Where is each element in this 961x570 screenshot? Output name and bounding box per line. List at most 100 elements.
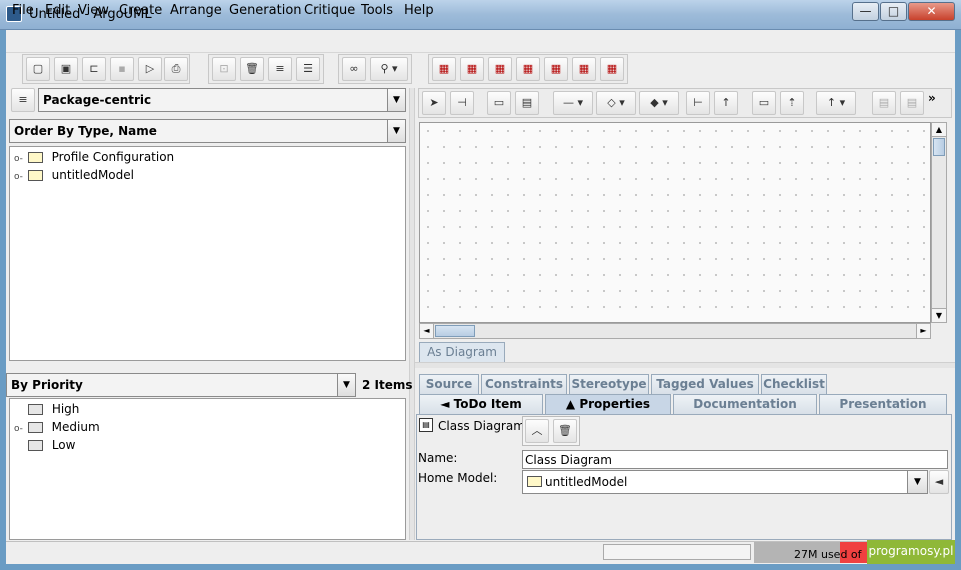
- attribute-tool-icon[interactable]: ▤: [872, 91, 896, 115]
- tree-handle-icon[interactable]: o-: [14, 172, 24, 182]
- package-tool-icon[interactable]: ▭: [487, 91, 511, 115]
- new-diagram-icon[interactable]: ▢: [26, 57, 50, 81]
- scroll-down-icon[interactable]: ▼: [932, 308, 946, 322]
- distribute-icon[interactable]: ☰: [296, 57, 320, 81]
- perspective-select[interactable]: Package-centric ▼: [38, 88, 406, 112]
- scroll-thumb[interactable]: [933, 138, 945, 156]
- open-icon[interactable]: ⊏: [82, 57, 106, 81]
- class-tool-icon[interactable]: ▤: [515, 91, 539, 115]
- delete-icon[interactable]: 🗑: [553, 419, 577, 443]
- home-model-select[interactable]: untitledModel ▼: [522, 470, 928, 494]
- tree-node-profile-configuration[interactable]: o- Profile Configuration: [14, 150, 174, 164]
- delete-icon[interactable]: 🗑: [240, 57, 264, 81]
- sequence-diagram-icon[interactable]: ▦: [488, 57, 512, 81]
- name-label: Name:: [418, 451, 458, 465]
- perspective-config-icon[interactable]: ≡: [11, 88, 35, 112]
- scroll-left-icon[interactable]: ◄: [420, 324, 434, 338]
- go-to-model-icon[interactable]: ◄: [929, 470, 949, 494]
- statechart-diagram-icon[interactable]: ▦: [544, 57, 568, 81]
- scroll-right-icon[interactable]: ►: [916, 324, 930, 338]
- chevron-down-icon[interactable]: ▼: [387, 120, 405, 142]
- order-select[interactable]: Order By Type, Name ▼: [9, 119, 406, 143]
- navigate-up-icon[interactable]: ︿: [525, 419, 549, 443]
- find-icon[interactable]: ∞: [342, 57, 366, 81]
- tab-constraints[interactable]: Constraints: [481, 374, 567, 394]
- menu-help[interactable]: Help: [404, 3, 434, 18]
- todo-sort-select[interactable]: By Priority ▼: [6, 373, 356, 397]
- deployment-diagram-icon[interactable]: ▦: [600, 57, 624, 81]
- realization-tool-icon[interactable]: ⇡: [780, 91, 804, 115]
- tab-properties[interactable]: ▲ Properties: [545, 394, 671, 414]
- tab-checklist[interactable]: Checklist: [761, 374, 827, 394]
- menu-generation[interactable]: Generation: [229, 3, 302, 18]
- chevron-down-icon[interactable]: ▼: [337, 374, 355, 396]
- menu-bar: [6, 30, 955, 52]
- collaboration-diagram-icon[interactable]: ▦: [516, 57, 540, 81]
- aggregation-tool-icon[interactable]: ◇ ▾: [596, 91, 636, 115]
- tree-node-untitled-model[interactable]: o- untitledModel: [14, 168, 134, 182]
- activity-diagram-icon[interactable]: ▦: [572, 57, 596, 81]
- name-field[interactable]: Class Diagram: [522, 450, 948, 469]
- explorer-tree[interactable]: o- Profile Configuration o- untitledMode…: [9, 146, 406, 361]
- broom-tool-icon[interactable]: ⊣: [450, 91, 474, 115]
- operation-tool-icon[interactable]: ▤: [900, 91, 924, 115]
- todo-group-label: Low: [51, 438, 76, 452]
- todo-sort-value: By Priority: [11, 378, 83, 392]
- dependency-tool-icon[interactable]: ⊢: [686, 91, 710, 115]
- new-project-icon[interactable]: ▣: [54, 57, 78, 81]
- generalization-tool-icon[interactable]: ↑: [714, 91, 738, 115]
- todo-group-high[interactable]: High: [28, 402, 79, 416]
- interface-tool-icon[interactable]: ▭: [752, 91, 776, 115]
- folder-icon: [27, 422, 43, 433]
- model-icon: [527, 476, 542, 487]
- class-diagram-icon[interactable]: ▦: [432, 57, 456, 81]
- menu-create[interactable]: Create: [119, 3, 162, 18]
- todo-group-medium[interactable]: o- Medium: [14, 420, 100, 434]
- chevron-down-icon[interactable]: ▼: [907, 471, 927, 493]
- tab-presentation[interactable]: Presentation: [819, 394, 947, 414]
- minimize-button[interactable]: —: [852, 2, 879, 21]
- todo-tree[interactable]: High o- Medium Low: [9, 398, 406, 540]
- scroll-up-icon[interactable]: ▲: [932, 123, 946, 137]
- vertical-splitter[interactable]: [409, 88, 415, 540]
- composition-tool-icon[interactable]: ◆ ▾: [639, 91, 679, 115]
- save-icon[interactable]: ▪: [110, 57, 134, 81]
- navigate-icon[interactable]: ⊡: [212, 57, 236, 81]
- watermark-badge: programosy.pl: [867, 540, 955, 564]
- tab-stereotype[interactable]: Stereotype: [569, 374, 649, 394]
- menu-file[interactable]: File: [12, 3, 34, 18]
- select-tool-icon[interactable]: ➤: [422, 91, 446, 115]
- more-relations-tool-icon[interactable]: ↑ ▾: [816, 91, 856, 115]
- scroll-thumb[interactable]: [435, 325, 475, 337]
- tab-as-diagram[interactable]: As Diagram: [419, 342, 505, 362]
- tab-todo-item[interactable]: ◄ ToDo Item: [419, 394, 543, 414]
- diagram-vertical-scrollbar[interactable]: ▲ ▼: [931, 122, 947, 323]
- class-diagram-icon: ▤: [419, 418, 433, 432]
- association-tool-icon[interactable]: — ▾: [553, 91, 593, 115]
- todo-group-low[interactable]: Low: [28, 438, 75, 452]
- menu-edit[interactable]: Edit: [45, 3, 70, 18]
- usecase-diagram-icon[interactable]: ▦: [460, 57, 484, 81]
- tree-handle-icon[interactable]: o-: [14, 154, 24, 164]
- menu-view[interactable]: View: [78, 3, 109, 18]
- tab-source[interactable]: Source: [419, 374, 479, 394]
- align-icon[interactable]: ≡: [268, 57, 292, 81]
- palette-overflow-icon[interactable]: »: [928, 91, 936, 105]
- print-icon[interactable]: ⎙: [164, 57, 188, 81]
- save-as-icon[interactable]: ▷: [138, 57, 162, 81]
- tree-handle-icon[interactable]: o-: [14, 424, 24, 434]
- tab-tagged-values[interactable]: Tagged Values: [651, 374, 759, 394]
- horizontal-splitter[interactable]: [415, 362, 955, 368]
- maximize-button[interactable]: □: [880, 2, 907, 21]
- menu-arrange[interactable]: Arrange: [170, 3, 222, 18]
- tree-node-label: Profile Configuration: [51, 150, 175, 164]
- close-button[interactable]: ✕: [908, 2, 955, 21]
- chevron-down-icon[interactable]: ▼: [387, 89, 405, 111]
- todo-count: 2 Items: [362, 378, 413, 392]
- diagram-horizontal-scrollbar[interactable]: ◄ ►: [419, 323, 931, 339]
- zoom-icon[interactable]: ⚲ ▾: [370, 57, 408, 81]
- tab-documentation[interactable]: Documentation: [673, 394, 817, 414]
- menu-tools[interactable]: Tools: [361, 3, 393, 18]
- menu-critique[interactable]: Critique: [304, 3, 355, 18]
- diagram-canvas[interactable]: [419, 122, 931, 323]
